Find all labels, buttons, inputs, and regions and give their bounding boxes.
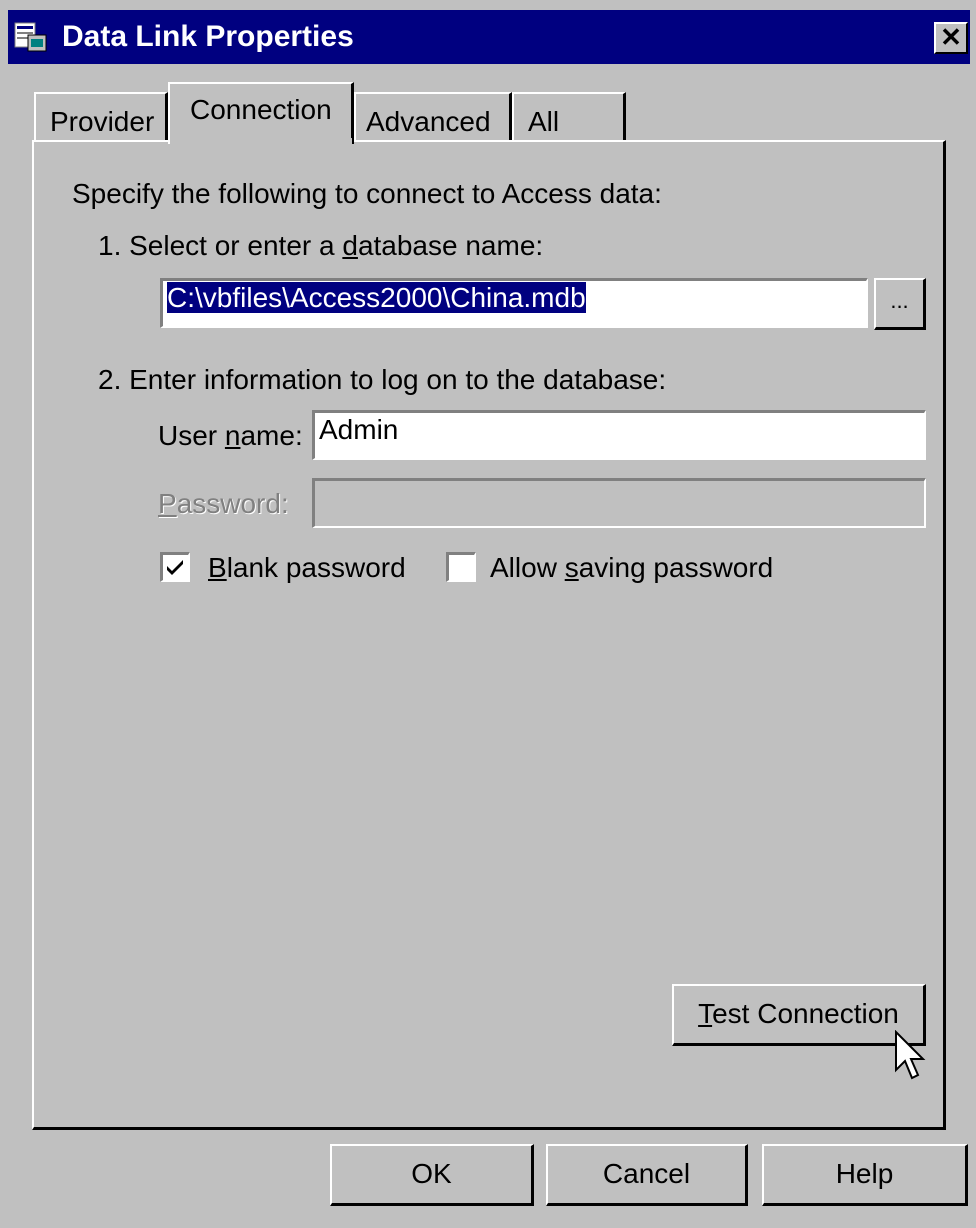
database-name-input[interactable]: C:\vbfiles\Access2000\China.mdb [160,278,868,328]
window-title: Data Link Properties [62,20,354,53]
blank-password-checkbox[interactable] [160,552,190,582]
username-input[interactable]: Admin [312,410,926,460]
data-link-icon [14,22,47,52]
ok-button[interactable]: OK [330,1144,534,1206]
close-icon: ✕ [940,22,962,52]
checkmark-icon [167,560,183,575]
password-label: Password: [158,488,289,519]
title-bar: Data Link Properties ✕ [8,10,970,64]
help-button[interactable]: Help [762,1144,968,1206]
tab-advanced[interactable]: Advanced [354,92,512,144]
dialog-window: Data Link Properties ✕ Provider Connecti… [0,0,976,1228]
cancel-button[interactable]: Cancel [546,1144,748,1206]
allow-saving-password-label[interactable]: Allow saving password [490,552,773,584]
connection-panel: Specify the following to connect to Acce… [32,140,946,1130]
database-name-value: C:\vbfiles\Access2000\China.mdb [166,281,587,314]
mouse-cursor-icon [895,1030,926,1080]
tab-provider[interactable]: Provider [34,92,168,144]
close-button[interactable]: ✕ [934,22,968,54]
browse-button[interactable]: ... [874,278,926,330]
step1-label: 1. Select or enter a database name: [98,230,544,261]
username-label: User name: [158,420,303,451]
tab-all[interactable]: All [512,92,626,144]
username-value: Admin [319,414,399,445]
tab-connection[interactable]: Connection [168,82,354,144]
password-input[interactable] [312,478,926,528]
intro-text: Specify the following to connect to Acce… [72,178,662,209]
allow-saving-password-checkbox[interactable] [446,552,476,582]
step2-label: 2. Enter information to log on to the da… [98,364,667,395]
blank-password-label[interactable]: Blank password [208,552,406,584]
active-tab-joiner [170,138,352,144]
test-connection-button[interactable]: Test Connection [672,984,926,1046]
